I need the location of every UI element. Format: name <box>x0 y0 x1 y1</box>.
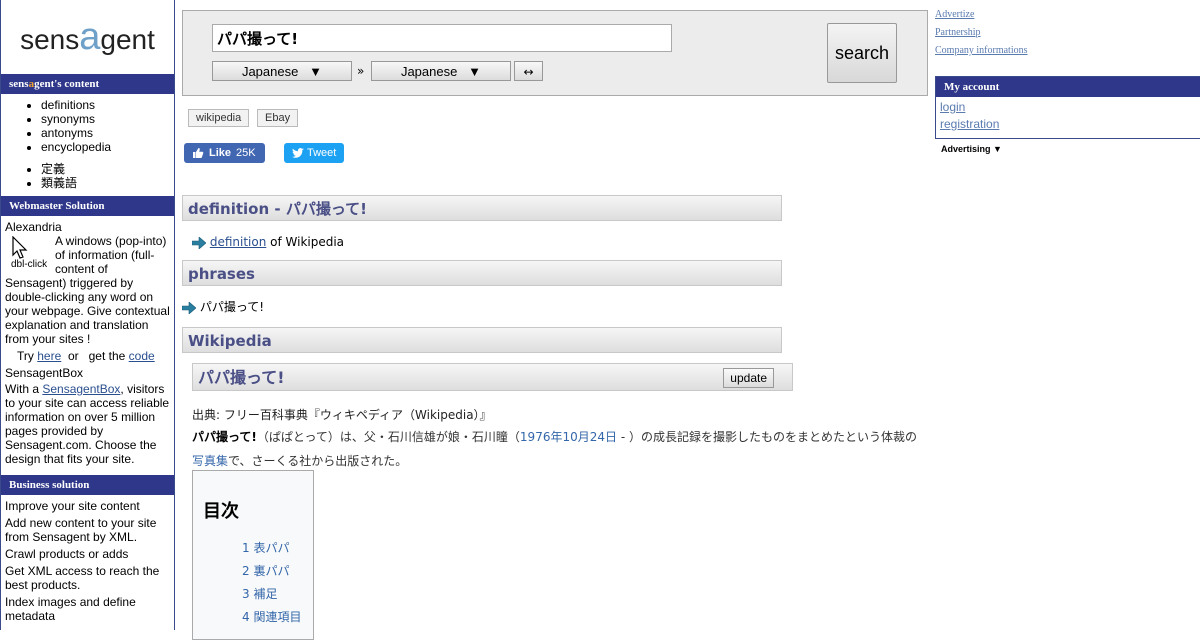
definition-line: definition of Wikipedia <box>191 235 345 250</box>
partnership-link[interactable]: Partnership <box>935 27 981 38</box>
chevron-down-icon: ▼ <box>468 64 482 79</box>
content-section-header: sensagent's content <box>1 74 174 94</box>
chevron-down-icon: ▼ <box>309 64 323 79</box>
toc-item[interactable]: 4 関連項目 <box>242 608 301 625</box>
definition-link[interactable]: definition <box>210 235 266 249</box>
cursor-icon: dbl-click <box>7 236 51 272</box>
phrase-line: パパ撮って! <box>181 298 264 315</box>
login-link[interactable]: login <box>940 100 965 114</box>
business-item: Add new content to your site from Sensag… <box>5 516 157 544</box>
toc-item[interactable]: 2 裏パパ <box>242 562 289 579</box>
facebook-like-button[interactable]: Like 25K <box>184 143 265 163</box>
try-text: Try <box>17 349 34 363</box>
header-text: sens <box>9 78 29 90</box>
arrow-right-icon <box>191 235 207 250</box>
content-item-definitions[interactable]: definitions <box>41 98 174 112</box>
business-item: Improve your site content <box>5 499 140 513</box>
toc-item[interactable]: 1 表パパ <box>242 539 289 556</box>
wiki-text: で、さーくる社から出版された。 <box>228 454 408 468</box>
phrase-item[interactable]: パパ撮って! <box>200 300 264 314</box>
business-item: Get XML access to reach the best product… <box>5 564 160 592</box>
advertize-link[interactable]: Advertize <box>935 9 974 20</box>
business-list: Improve your site content Add new conten… <box>1 495 174 623</box>
thumbs-up-icon <box>193 148 204 158</box>
date-link[interactable]: 1976年10月24日 <box>520 430 617 444</box>
sensagentbox-title: SensagentBox <box>5 366 84 380</box>
wiki-bold-term: パパ撮って! <box>192 430 257 444</box>
sensagent-logo[interactable]: sensagent <box>1 0 174 74</box>
swap-languages-button[interactable]: ↔ <box>514 61 543 81</box>
arrow-right-icon <box>181 300 197 315</box>
sensagentbox-text: With a SensagentBox, visitors to your si… <box>5 382 170 466</box>
like-count: 25K <box>236 147 256 159</box>
wiki-text: - ）の成長記録を撮影したものをまとめたという体裁の <box>617 430 917 444</box>
cursor-label: dbl-click <box>11 259 48 270</box>
business-item: Crawl products or adds <box>5 547 129 561</box>
business-item: Index images and define metadata <box>5 595 136 623</box>
left-sidebar: sensagent sensagent's content definition… <box>0 0 175 630</box>
tweet-label: Tweet <box>307 147 337 159</box>
ebay-tab-button[interactable]: Ebay <box>257 109 299 127</box>
phrases-section-header: phrases <box>182 260 782 286</box>
toc-item[interactable]: 3 補足 <box>242 585 277 602</box>
or-text: or <box>67 349 79 363</box>
content-item-ruigigo[interactable]: 類義語 <box>41 176 174 190</box>
definition-suffix: of Wikipedia <box>266 235 345 249</box>
target-language-value: Japanese <box>400 64 458 79</box>
company-info-link[interactable]: Company informations <box>935 45 1028 56</box>
alexandria-block: Alexandria dbl-click A windows (pop-into… <box>1 216 174 466</box>
search-button[interactable]: search <box>827 23 897 83</box>
box-text: With a <box>5 382 40 396</box>
wiki-article-header: パパ撮って! update <box>192 363 793 391</box>
get-text: get the <box>88 349 126 363</box>
update-button[interactable]: update <box>723 368 774 388</box>
content-item-encyclopedia[interactable]: encyclopedia <box>41 140 174 154</box>
sensagentbox-link[interactable]: SensagentBox <box>42 382 120 396</box>
account-header: My account <box>936 77 1200 97</box>
wiki-source: 出典: フリー百科事典『ウィキペディア（Wikipedia）』 <box>192 408 492 422</box>
wikipedia-section-header: Wikipedia <box>182 327 782 353</box>
account-box: My account login registration <box>935 76 1200 139</box>
content-list-ja: 定義 類義語 <box>1 162 174 190</box>
content-list: definitions synonyms antonyms encycloped… <box>1 98 174 154</box>
content-item-antonyms[interactable]: antonyms <box>41 126 174 140</box>
wiki-article-title: パパ撮って! <box>198 368 285 387</box>
business-section-header: Business solution <box>1 475 174 495</box>
code-link[interactable]: code <box>129 349 155 363</box>
logo-part: gent <box>100 24 155 55</box>
wiki-paragraph: パパ撮って!（ぱぱとって）は、父・石川信雄が娘・石川瞳（1976年10月24日 … <box>192 425 992 473</box>
definition-section-header: definition - パパ撮って! <box>182 195 782 221</box>
search-panel: パパ撮って! Japanese ▼ » Japanese ▼ ↔ search <box>182 10 928 96</box>
wikipedia-tab-button[interactable]: wikipedia <box>188 109 250 127</box>
source-language-value: Japanese <box>241 64 299 79</box>
search-input[interactable]: パパ撮って! <box>212 24 672 52</box>
target-language-select[interactable]: Japanese ▼ <box>371 61 511 81</box>
here-link[interactable]: here <box>37 349 61 363</box>
toc-title: 目次 <box>203 501 239 522</box>
content-item-synonyms[interactable]: synonyms <box>41 112 174 126</box>
wiki-text: （ぱぱとって）は、父・石川信雄が娘・石川瞳（ <box>256 430 520 444</box>
table-of-contents: 目次 1 表パパ 2 裏パパ 3 補足 4 関連項目 <box>192 470 314 640</box>
logo-part: sens <box>20 24 80 55</box>
advertising-dropdown[interactable]: Advertising ▼ <box>941 144 1002 154</box>
header-text: gent's content <box>34 78 100 90</box>
pointer-arrow-icon <box>12 236 28 259</box>
logo-accent: a <box>79 16 101 58</box>
webmaster-section-header: Webmaster Solution <box>1 196 174 216</box>
like-label: Like <box>209 147 232 159</box>
alexandria-try-line: Try here or get the code <box>17 349 170 363</box>
direction-separator: » <box>357 64 365 78</box>
alexandria-title: Alexandria <box>5 220 62 234</box>
registration-link[interactable]: registration <box>940 117 999 131</box>
content-item-teigi[interactable]: 定義 <box>41 162 174 176</box>
photobook-link[interactable]: 写真集 <box>192 454 228 468</box>
twitter-bird-icon <box>292 148 304 158</box>
source-language-select[interactable]: Japanese ▼ <box>212 61 352 81</box>
tweet-button[interactable]: Tweet <box>284 143 344 163</box>
